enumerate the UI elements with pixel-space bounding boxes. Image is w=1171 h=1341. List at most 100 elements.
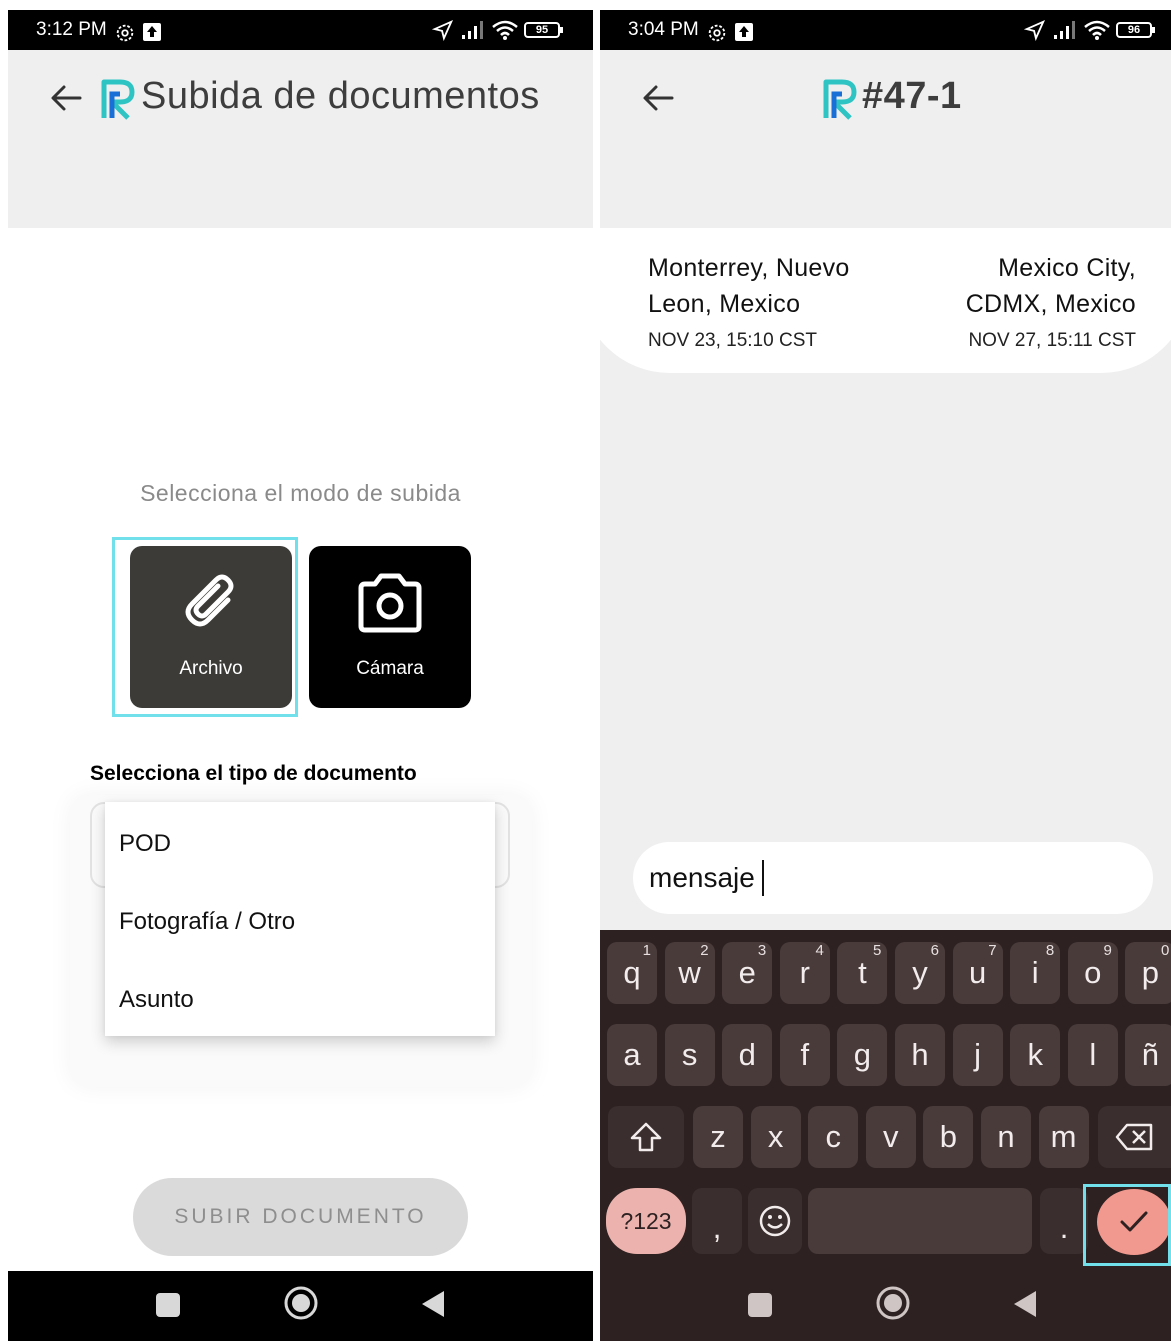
- key-o[interactable]: o9: [1067, 942, 1118, 1004]
- key-number-hint: 4: [815, 942, 824, 959]
- location-arrow-icon: [1024, 19, 1046, 41]
- shipment-title: #47-1: [862, 75, 962, 117]
- message-input[interactable]: mensaje: [633, 842, 1153, 914]
- recents-icon[interactable]: [156, 1293, 180, 1317]
- shift-icon: [630, 1122, 662, 1152]
- key-g[interactable]: g: [837, 1024, 888, 1086]
- origin-date: NOV 23, 15:10 CST: [648, 330, 817, 351]
- selection-highlight: [1083, 1184, 1171, 1266]
- key-number-hint: 8: [1045, 942, 1055, 959]
- app-bar: Subida de documentos: [8, 50, 593, 228]
- key-a[interactable]: a: [607, 1024, 657, 1086]
- key-l[interactable]: l: [1067, 1024, 1118, 1086]
- signal-icon: [462, 21, 483, 39]
- recents-icon[interactable]: [748, 1293, 772, 1317]
- nav-back-icon[interactable]: [420, 1289, 448, 1319]
- key-n[interactable]: n: [981, 1106, 1031, 1168]
- status-time: 3:04 PM: [628, 19, 699, 40]
- status-bar: 3:04 PM 96: [600, 10, 1171, 50]
- page-title: Subida de documentos: [141, 75, 540, 117]
- back-arrow-icon[interactable]: [46, 80, 86, 116]
- home-icon[interactable]: [283, 1285, 319, 1321]
- key-b[interactable]: b: [923, 1106, 974, 1168]
- key-number-hint: 1: [642, 942, 651, 959]
- key-j[interactable]: j: [952, 1024, 1003, 1086]
- key-r[interactable]: r4: [779, 942, 830, 1004]
- space-bar[interactable]: [808, 1188, 1032, 1254]
- battery-indicator: 95: [524, 22, 563, 38]
- key-label: i: [1031, 955, 1039, 990]
- key-number-hint: 7: [988, 942, 997, 959]
- key-s[interactable]: s: [664, 1024, 715, 1086]
- upload-document-button[interactable]: SUBIR DOCUMENTO: [133, 1178, 468, 1256]
- document-type-menu: POD Fotografía / Otro Asunto: [105, 802, 495, 1036]
- settings-gear-icon: [708, 24, 726, 42]
- menu-item-pod[interactable]: POD: [119, 830, 171, 858]
- key-d[interactable]: d: [722, 1024, 773, 1086]
- shift-key[interactable]: [608, 1106, 684, 1168]
- key-h[interactable]: h: [895, 1024, 945, 1086]
- upload-documents-screen: 3:12 PM 95 Subida de documentos Seleccio…: [8, 10, 593, 1341]
- shipment-chat-screen: 3:04 PM 96 #47-1 Monterrey, Nuevo Leon, …: [600, 10, 1171, 1341]
- file-mode-button[interactable]: Archivo: [130, 546, 292, 708]
- key-label: p: [1141, 955, 1160, 990]
- key-label: o: [1084, 955, 1102, 990]
- key-label: r: [799, 955, 810, 990]
- system-nav-bar: [8, 1271, 593, 1341]
- key-c[interactable]: c: [808, 1106, 859, 1168]
- menu-item-photo-other[interactable]: Fotografía / Otro: [119, 908, 295, 936]
- key-y[interactable]: y6: [895, 942, 945, 1004]
- on-screen-keyboard: q1w2e3r4t5y6u7i8o9p0 asdfghjklñ zxcvbnm …: [600, 930, 1171, 1341]
- key-k[interactable]: k: [1010, 1024, 1061, 1086]
- home-icon[interactable]: [875, 1285, 911, 1321]
- signal-icon: [1054, 21, 1075, 39]
- key-e[interactable]: e3: [722, 942, 773, 1004]
- key-label: w: [678, 955, 701, 990]
- backspace-key[interactable]: [1098, 1106, 1171, 1168]
- status-time: 3:12 PM: [36, 19, 107, 40]
- emoji-key[interactable]: [748, 1188, 802, 1254]
- camera-mode-button[interactable]: Cámara: [309, 546, 471, 708]
- origin-city: Monterrey, Nuevo Leon, Mexico: [648, 254, 850, 318]
- key-t[interactable]: t5: [837, 942, 888, 1004]
- status-icons: 95: [432, 18, 563, 42]
- app-logo-icon: [823, 79, 857, 120]
- upload-notification-icon: [735, 23, 753, 41]
- location-arrow-icon: [432, 19, 454, 41]
- key-v[interactable]: v: [865, 1106, 916, 1168]
- destination-city: Mexico City, CDMX, Mexico: [965, 254, 1136, 318]
- key-m[interactable]: m: [1038, 1106, 1089, 1168]
- key-number-hint: 6: [930, 942, 939, 959]
- key-number-hint: 9: [1103, 942, 1112, 959]
- period-key[interactable]: .: [1040, 1188, 1088, 1254]
- system-nav-bar: [600, 1271, 1171, 1341]
- emoji-icon: [759, 1205, 791, 1237]
- status-bar: 3:12 PM 95: [8, 10, 593, 50]
- symbols-key[interactable]: ?123: [606, 1188, 686, 1254]
- key-number-hint: 3: [757, 942, 767, 959]
- key-p[interactable]: p0: [1125, 942, 1171, 1004]
- key-i[interactable]: i8: [1010, 942, 1061, 1004]
- comma-key[interactable]: ,: [692, 1188, 742, 1254]
- backspace-icon: [1115, 1123, 1152, 1151]
- app-bar: #47-1: [600, 50, 1171, 230]
- key-w[interactable]: w2: [664, 942, 715, 1004]
- key-z[interactable]: z: [693, 1106, 743, 1168]
- back-arrow-icon[interactable]: [638, 80, 678, 116]
- key-u[interactable]: u7: [952, 942, 1003, 1004]
- key-number-hint: 2: [700, 942, 709, 959]
- message-input-text: mensaje: [649, 862, 755, 893]
- camera-icon: [358, 573, 422, 633]
- key-label: u: [968, 955, 987, 990]
- nav-back-icon[interactable]: [1012, 1289, 1040, 1319]
- key-f[interactable]: f: [779, 1024, 830, 1086]
- wifi-icon: [1084, 20, 1110, 40]
- camera-mode-label: Cámara: [356, 658, 424, 679]
- key-q[interactable]: q1: [607, 942, 657, 1004]
- status-icons: 96: [1024, 18, 1155, 42]
- key-label: y: [912, 955, 928, 990]
- key-number-hint: 0: [1161, 942, 1170, 959]
- menu-item-subject[interactable]: Asunto: [119, 986, 194, 1014]
- key-x[interactable]: x: [750, 1106, 801, 1168]
- key-ñ[interactable]: ñ: [1125, 1024, 1171, 1086]
